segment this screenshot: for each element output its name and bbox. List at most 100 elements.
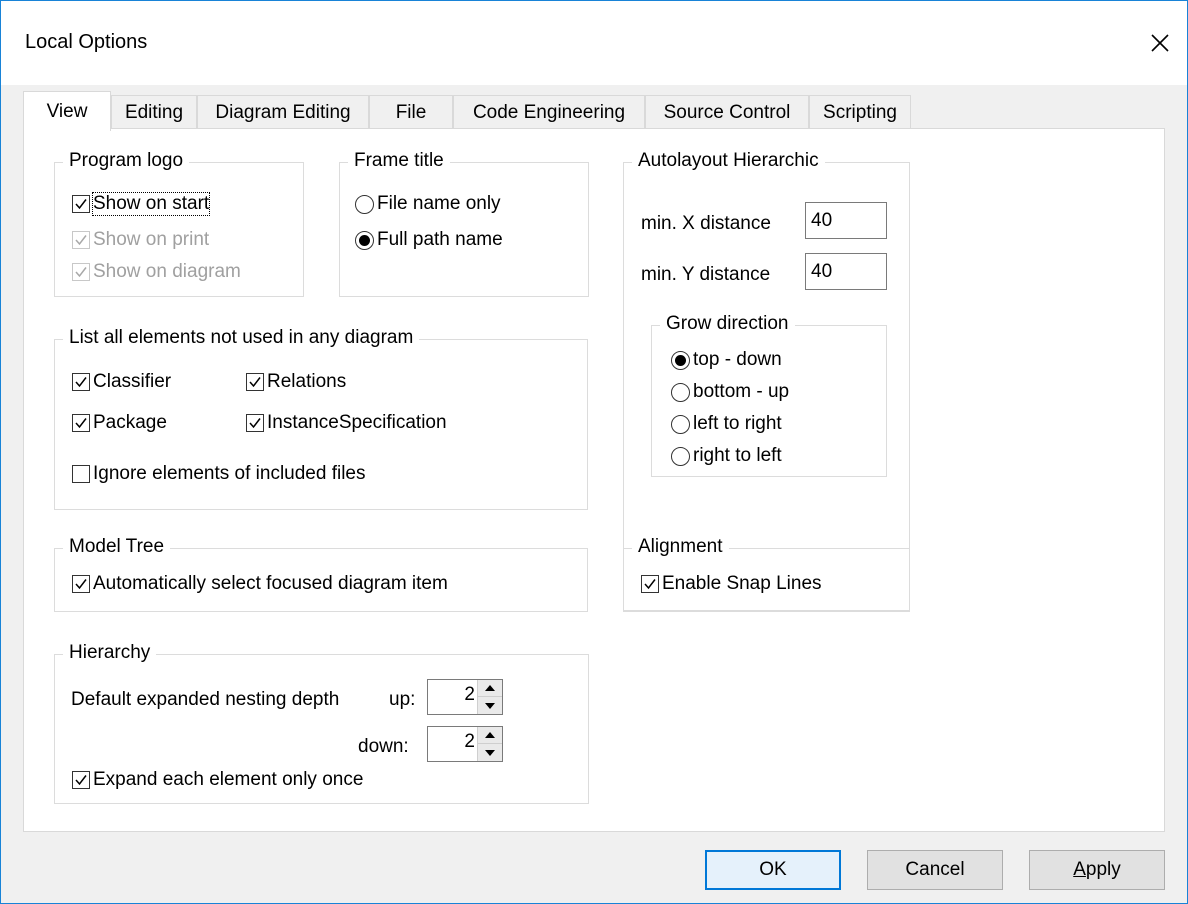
radio-circle [671, 350, 690, 370]
checkbox-box [72, 263, 90, 281]
spin-down-button[interactable] [478, 697, 502, 714]
show-on-start-label: Show on start [91, 192, 211, 216]
check-icon [249, 377, 261, 388]
radio-circle [671, 446, 690, 466]
spin-down-button[interactable] [478, 744, 502, 761]
program-logo-legend: Program logo [63, 150, 190, 172]
checkbox-box [72, 373, 90, 391]
min-y-distance-label: min. Y distance [641, 264, 771, 285]
list-elements-group: List all elements not used in any diagra… [54, 327, 588, 510]
close-icon [1151, 34, 1169, 52]
check-icon [75, 377, 87, 388]
check-icon [75, 775, 87, 786]
nesting-depth-label: Default expanded nesting depth [71, 689, 340, 710]
down-depth-value: 2 [464, 731, 475, 752]
tab-scripting[interactable]: Scripting [809, 95, 911, 129]
view-tab-panel: Program logo Show on start Show on print… [23, 128, 1165, 832]
checkbox-box [72, 414, 90, 432]
checkbox-box [246, 373, 264, 391]
show-on-diagram-checkbox[interactable]: Show on diagram [72, 261, 241, 283]
right-to-left-label: right to left [693, 445, 782, 466]
show-on-print-label: Show on print [93, 229, 210, 250]
tab-diagram-editing[interactable]: Diagram Editing [197, 95, 369, 129]
up-depth-value: 2 [464, 684, 475, 705]
tab-file[interactable]: File [369, 95, 453, 129]
spinner-buttons [477, 727, 502, 761]
ignore-included-files-label: Ignore elements of included files [93, 463, 366, 484]
grow-direction-group: Grow direction top - down bottom - up le… [651, 313, 887, 477]
min-y-distance-input[interactable]: 40 [805, 253, 887, 290]
model-tree-legend: Model Tree [63, 536, 171, 558]
check-icon [75, 267, 87, 278]
check-icon [644, 579, 656, 590]
full-path-name-radio[interactable]: Full path name [355, 229, 503, 251]
window-title: Local Options [25, 31, 148, 53]
left-to-right-radio[interactable]: left to right [671, 413, 782, 435]
show-on-print-checkbox[interactable]: Show on print [72, 229, 209, 251]
left-to-right-label: left to right [693, 413, 782, 434]
tab-source-control[interactable]: Source Control [645, 95, 809, 129]
enable-snap-lines-checkbox[interactable]: Enable Snap Lines [641, 573, 822, 595]
triangle-up-icon [485, 732, 495, 738]
classifier-checkbox[interactable]: Classifier [72, 371, 171, 393]
title-bar: Local Options [1, 1, 1187, 85]
alignment-legend: Alignment [632, 536, 729, 558]
package-checkbox[interactable]: Package [72, 412, 167, 434]
down-depth-spinner[interactable]: 2 [427, 726, 503, 762]
relations-checkbox[interactable]: Relations [246, 371, 346, 393]
list-elements-legend: List all elements not used in any diagra… [63, 327, 420, 349]
tab-code-engineering[interactable]: Code Engineering [453, 95, 645, 129]
frame-title-group: Frame title File name only Full path nam… [339, 150, 589, 297]
triangle-down-icon [485, 702, 495, 709]
tab-editing[interactable]: Editing [111, 95, 197, 129]
instance-specification-label: InstanceSpecification [267, 412, 447, 433]
min-x-distance-label: min. X distance [641, 213, 771, 234]
apply-button[interactable]: Apply [1029, 850, 1165, 890]
apply-label: Apply [1073, 859, 1121, 881]
min-x-distance-input[interactable]: 40 [805, 202, 887, 239]
check-icon [75, 579, 87, 590]
file-name-only-radio[interactable]: File name only [355, 193, 501, 215]
frame-title-legend: Frame title [348, 150, 450, 172]
check-icon [75, 199, 87, 210]
file-name-only-label: File name only [377, 193, 501, 214]
cancel-button[interactable]: Cancel [867, 850, 1003, 890]
relations-label: Relations [267, 371, 347, 392]
radio-circle [671, 382, 690, 402]
spin-up-button[interactable] [478, 727, 502, 744]
radio-dot [675, 354, 686, 366]
checkbox-box [72, 195, 90, 213]
check-icon [75, 418, 87, 429]
checkbox-box [72, 575, 90, 593]
ok-button[interactable]: OK [705, 850, 841, 890]
hierarchy-legend: Hierarchy [63, 642, 157, 664]
right-to-left-radio[interactable]: right to left [671, 445, 782, 467]
up-label: up: [389, 689, 416, 710]
bottom-up-label: bottom - up [693, 381, 790, 402]
spin-up-button[interactable] [478, 680, 502, 697]
tab-view[interactable]: View [23, 91, 111, 131]
top-down-radio[interactable]: top - down [671, 349, 782, 371]
up-depth-spinner[interactable]: 2 [427, 679, 503, 715]
show-on-diagram-label: Show on diagram [93, 261, 241, 282]
close-button[interactable] [1138, 23, 1182, 63]
checkbox-box [72, 465, 90, 483]
bottom-up-radio[interactable]: bottom - up [671, 381, 789, 403]
grow-direction-legend: Grow direction [660, 313, 795, 335]
top-down-label: top - down [693, 349, 782, 370]
alignment-group: Alignment Enable Snap Lines [623, 536, 910, 612]
expand-once-checkbox[interactable]: Expand each element only once [72, 769, 363, 791]
ignore-included-files-checkbox[interactable]: Ignore elements of included files [72, 463, 366, 485]
radio-circle [671, 414, 690, 434]
instance-specification-checkbox[interactable]: InstanceSpecification [246, 412, 447, 434]
auto-select-focused-item-checkbox[interactable]: Automatically select focused diagram ite… [72, 573, 448, 595]
program-logo-group: Program logo Show on start Show on print… [54, 150, 304, 297]
checkbox-box [246, 414, 264, 432]
triangle-down-icon [485, 749, 495, 756]
classifier-label: Classifier [93, 371, 172, 392]
radio-dot [359, 234, 370, 246]
show-on-start-checkbox[interactable]: Show on start [72, 192, 211, 216]
apply-accelerator: A [1073, 859, 1086, 880]
apply-label-rest: pply [1085, 859, 1121, 880]
checkbox-box [72, 771, 90, 789]
